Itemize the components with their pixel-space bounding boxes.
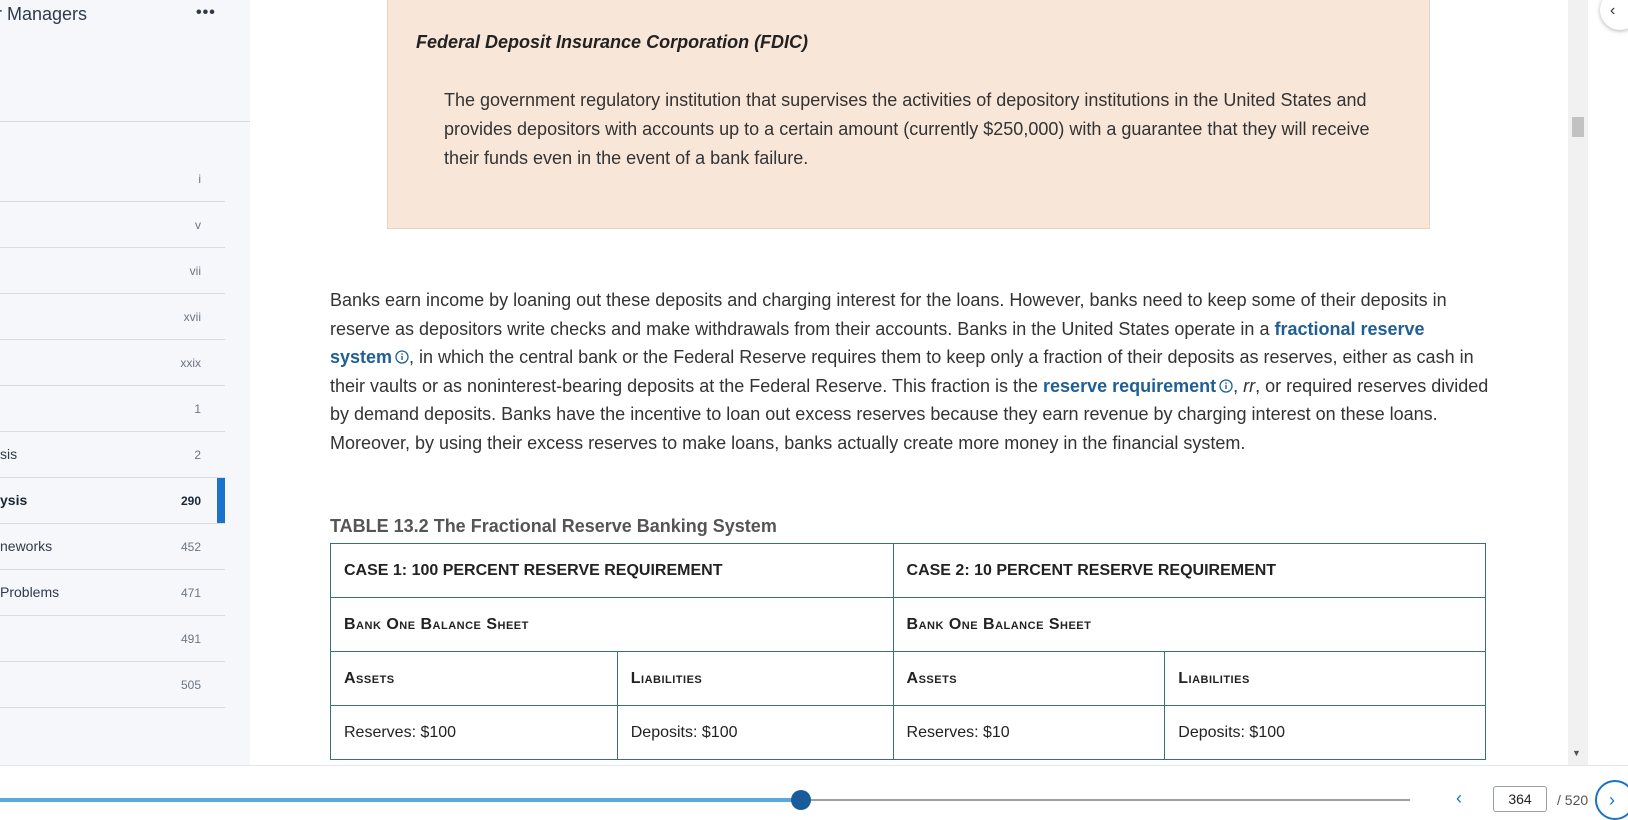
reserve-banking-table: CASE 1: 100 PERCENT RESERVE REQUIREMENT … (330, 543, 1487, 760)
glossary-term: Federal Deposit Insurance Corporation (F… (416, 32, 809, 52)
table-header-case1: CASE 1: 100 PERCENT RESERVE REQUIREMENT (330, 543, 894, 598)
toc-item-page: vii (189, 264, 201, 278)
table-cell-assets: Assets (330, 651, 618, 706)
toc-item[interactable]: sis 2 (0, 432, 225, 478)
scrollbar-thumb[interactable] (1572, 117, 1584, 137)
toc-item[interactable]: 1 (0, 386, 225, 432)
progress-slider-fill (0, 798, 801, 802)
scroll-down-arrow-icon[interactable]: ▼ (1572, 748, 1581, 758)
body-paragraph: Banks earn income by loaning out these d… (330, 286, 1490, 457)
toc-item[interactable]: i (0, 156, 225, 202)
page-navigation-bar: ‹ / 520 › (0, 765, 1628, 820)
table-cell: Reserves: $100 (330, 705, 618, 760)
glossary-callout: Federal Deposit Insurance Corporation (F… (387, 0, 1430, 229)
toc-item[interactable]: vii (0, 248, 225, 294)
glossary-info-icon[interactable] (395, 350, 409, 364)
toc-item-label: ysis (0, 492, 28, 508)
toc-item-label: Problems (0, 584, 60, 600)
toc-list: i v vii xvii xxix 1 sis 2 ysis 290 neworks… (0, 156, 225, 708)
chevron-left-icon: ‹ (1456, 788, 1462, 808)
toc-item-page: 471 (180, 586, 201, 600)
toc-item[interactable]: xxix (0, 340, 225, 386)
table-cell-liabilities: Liabilities (1164, 651, 1486, 706)
table-subheader-sheet2: Bank One Balance Sheet (892, 597, 1487, 652)
toc-item-page: i (198, 172, 201, 186)
table-cell: Deposits: $100 (616, 705, 894, 760)
toc-item-active[interactable]: ysis 290 (0, 478, 225, 524)
toc-item-page: 452 (180, 540, 201, 554)
table-cell: Reserves: $10 (892, 705, 1166, 760)
previous-page-button[interactable]: ‹ (1456, 788, 1462, 809)
variable-rr: rr (1243, 375, 1256, 396)
toc-item-page: 290 (180, 494, 201, 508)
toc-item-page: 1 (194, 402, 201, 416)
toc-item-label: sis (0, 446, 18, 462)
toc-item-page: 491 (180, 632, 201, 646)
toc-item-page: 2 (194, 448, 201, 462)
table-cell-liabilities: Liabilities (616, 651, 894, 706)
table-subheader-sheet1: Bank One Balance Sheet (330, 597, 894, 652)
glossary-definition: The government regulatory institution th… (444, 90, 1370, 168)
toc-item[interactable]: 505 (0, 662, 225, 708)
next-page-button[interactable]: › (1595, 780, 1628, 820)
table-cell-assets: Assets (892, 651, 1166, 706)
table-row: Bank One Balance Sheet Bank One Balance … (330, 597, 1487, 652)
toc-item[interactable]: v (0, 202, 225, 248)
table-header-case2: CASE 2: 10 PERCENT RESERVE REQUIREMENT (892, 543, 1487, 598)
right-rail (1588, 0, 1628, 765)
page-number-input[interactable] (1493, 786, 1547, 812)
book-title: r Managers (0, 4, 88, 24)
page-total: / 520 (1557, 792, 1589, 808)
reader-content: Federal Deposit Insurance Corporation (F… (250, 0, 1568, 765)
toc-item[interactable]: neworks 452 (0, 524, 225, 570)
chevron-left-icon: ‹ (1610, 2, 1616, 19)
toc-item[interactable]: 491 (0, 616, 225, 662)
vertical-scrollbar[interactable]: ▼ (1568, 0, 1588, 765)
table-cell: Deposits: $100 (1164, 705, 1486, 760)
progress-slider-handle[interactable] (791, 790, 811, 810)
table-row: Reserves: $100 Deposits: $100 Reserves: … (330, 705, 1486, 760)
toc-item-label: neworks (0, 538, 53, 554)
paragraph-text: , (1233, 375, 1244, 396)
table-row: CASE 1: 100 PERCENT RESERVE REQUIREMENT … (330, 543, 1487, 598)
table-caption: TABLE 13.2 The Fractional Reserve Bankin… (330, 516, 777, 536)
toc-item-page: xvii (183, 310, 201, 324)
glossary-info-icon[interactable] (1219, 378, 1233, 393)
more-options-button[interactable]: ••• (196, 4, 216, 22)
toc-item-page: xxix (180, 356, 201, 370)
table-row: Assets Liabilities Assets Liabilities (330, 651, 1486, 706)
toc-item[interactable]: xvii (0, 294, 225, 340)
toc-sidebar: r Managers ••• i v vii xvii xxix 1 sis 2 … (0, 0, 250, 765)
toc-item[interactable]: Problems 471 (0, 570, 225, 616)
toc-item-page: 505 (180, 678, 201, 692)
keyword-text: reserve requirement (1043, 375, 1217, 396)
keyword-reserve-requirement[interactable]: reserve requirement (1043, 376, 1233, 396)
chevron-right-icon: › (1609, 790, 1615, 810)
sidebar-divider (0, 121, 250, 122)
toc-item-page: v (195, 218, 201, 232)
